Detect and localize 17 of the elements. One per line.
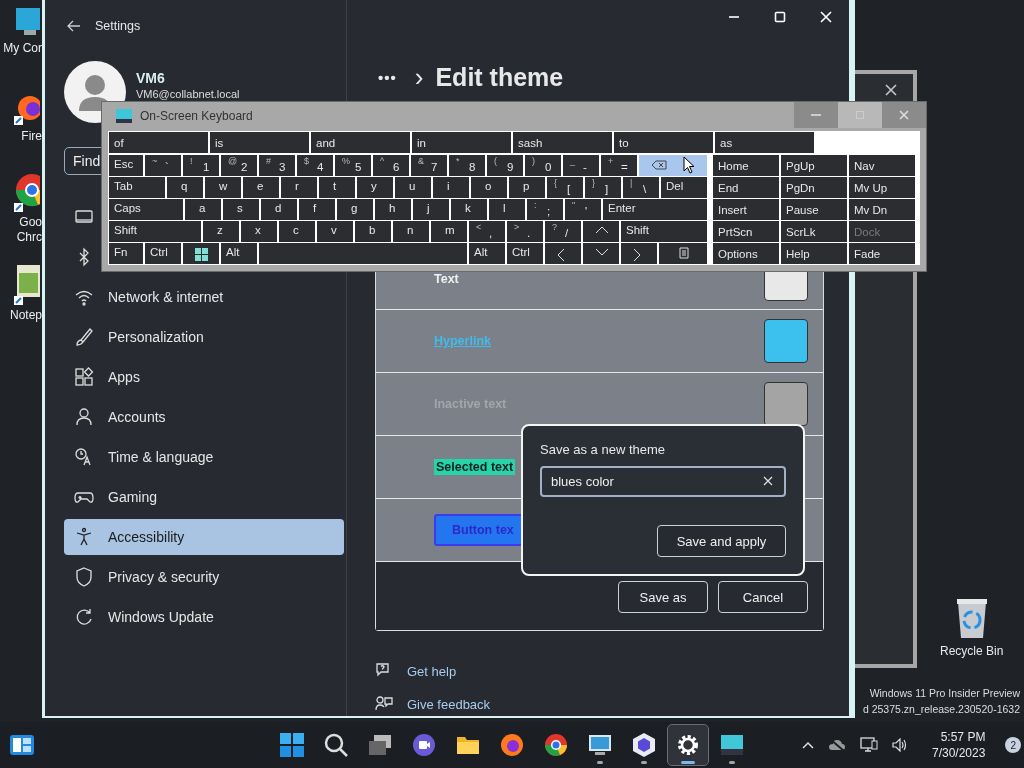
window-title: Settings — [95, 19, 141, 33]
user-email: VM6@collabnet.local — [136, 88, 240, 101]
build-info-text: Windows 11 Pro Insider Preview — [869, 686, 1020, 701]
breadcrumb-separator: › — [414, 64, 424, 90]
desktop-icon-label: Goo — [19, 215, 42, 230]
recycle-bin-label: Recycle Bin — [940, 644, 1004, 658]
page-title: Edit theme — [435, 62, 564, 92]
desktop-icon-label: Chrc — [16, 230, 42, 245]
build-info-text: d 25375.zn_release.230520-1632 — [862, 702, 1020, 717]
dialog-title: Save as a new theme — [540, 442, 667, 457]
text-sample: Selected text — [434, 459, 516, 475]
desktop-icon-label: Notep — [9, 308, 42, 323]
window-title: On-Screen Keyboard — [140, 109, 253, 123]
text-sample: Text — [434, 272, 459, 286]
desktop-icon-label: My Cor — [3, 41, 42, 56]
desktop-icon-label: Fire — [21, 129, 42, 144]
user-name: VM6 — [136, 70, 166, 86]
